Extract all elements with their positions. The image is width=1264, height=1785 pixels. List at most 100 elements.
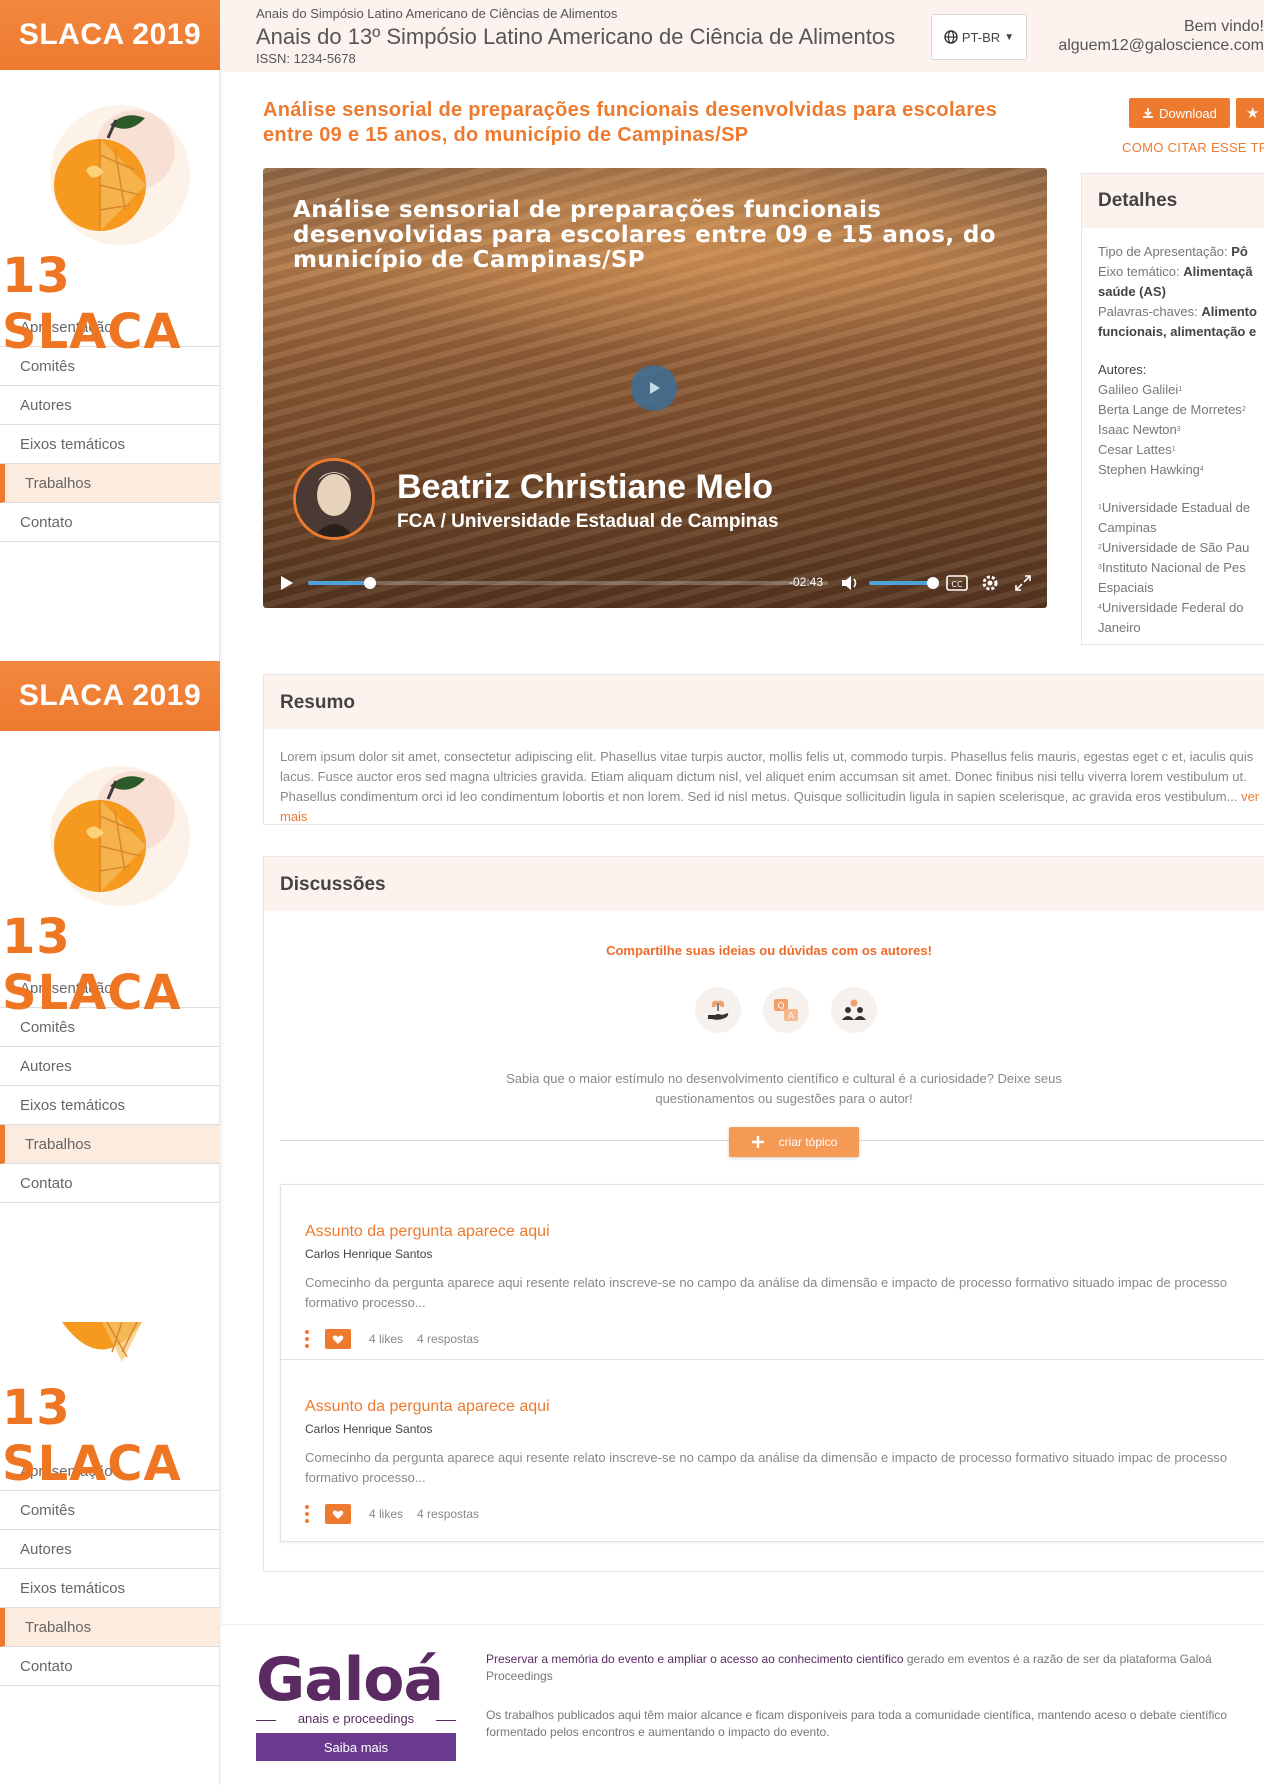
sidebar-item-contato[interactable]: Contato	[0, 503, 220, 542]
thematic-axis-value: Alimentaçã	[1183, 264, 1253, 279]
author-item[interactable]: Galileo Galilei1	[1098, 380, 1264, 400]
learn-more-button[interactable]: Saiba mais	[256, 1733, 456, 1761]
institution-item: 3Instituto Nacional de Pes	[1098, 560, 1246, 575]
sidebar-block-2: SLACA 2019 13 SLACA Apresentação Comitês…	[0, 661, 220, 1203]
volume-handle[interactable]	[927, 577, 939, 589]
institution-item-cont: Janeiro	[1098, 620, 1141, 635]
svg-text:A: A	[788, 1012, 795, 1022]
more-options-icon[interactable]	[305, 1505, 309, 1523]
volume-slider[interactable]	[869, 577, 939, 589]
event-brand[interactable]: SLACA 2019	[0, 0, 220, 70]
orange-logo-icon	[50, 105, 190, 245]
more-options-icon[interactable]	[305, 1330, 309, 1348]
people-group-icon	[831, 987, 877, 1033]
presentation-type-value: Pô	[1231, 244, 1248, 259]
orange-logo-icon	[62, 1322, 142, 1362]
thematic-axis-value-cont: saúde (AS)	[1098, 284, 1166, 299]
sidebar-item-autores[interactable]: Autores	[0, 1530, 220, 1569]
heart-icon	[332, 1509, 344, 1519]
sidebar-item-autores[interactable]: Autores	[0, 1047, 220, 1086]
create-topic-label: criar tópico	[778, 1135, 838, 1149]
create-topic-button[interactable]: criar tópico	[729, 1127, 859, 1157]
logo-wordmark: 13 SLACA	[2, 1380, 182, 1492]
speaker-avatar	[293, 458, 375, 540]
language-label: PT-BR	[961, 29, 1001, 45]
author-item[interactable]: Stephen Hawking4	[1098, 460, 1264, 480]
replies-count[interactable]: 4 respostas	[417, 1332, 479, 1346]
sidebar-item-trabalhos[interactable]: Trabalhos	[0, 1125, 220, 1164]
abstract-panel: Resumo Lorem ipsum dolor sit amet, conse…	[263, 674, 1264, 825]
fullscreen-icon[interactable]	[1013, 573, 1033, 593]
volume-icon[interactable]	[840, 574, 860, 592]
event-brand[interactable]: SLACA 2019	[0, 661, 220, 731]
video-progress-bar[interactable]	[308, 577, 828, 589]
sidebar-item-eixos[interactable]: Eixos temáticos	[0, 1569, 220, 1608]
proceedings-title[interactable]: Anais do 13º Simpósio Latino Americano d…	[256, 24, 895, 50]
sidebar-item-contato[interactable]: Contato	[0, 1164, 220, 1203]
sidebar-item-comites[interactable]: Comitês	[0, 1491, 220, 1530]
video-player[interactable]: Análise sensorial de preparações funcion…	[263, 168, 1047, 608]
galoa-logo[interactable]: Galoá	[256, 1645, 444, 1715]
discussions-callout: Compartilhe suas ideias ou dúvidas com o…	[606, 943, 932, 958]
video-controls: -02:43 CC	[263, 558, 1047, 608]
video-play-button[interactable]	[631, 365, 677, 411]
author-item[interactable]: Cesar Lattes1	[1098, 440, 1264, 460]
details-body: Tipo de Apresentação: Pô Eixo temático: …	[1082, 228, 1264, 638]
captions-icon[interactable]: CC	[946, 574, 968, 592]
question-author: Carlos Henrique Santos	[305, 1422, 433, 1436]
download-button[interactable]: Download	[1129, 98, 1230, 128]
sidebar-block-3: 13 SLACA Apresentação Comitês Autores Ei…	[0, 1300, 220, 1686]
sidebar-item-trabalhos[interactable]: Trabalhos	[0, 464, 220, 503]
download-label: Download	[1159, 105, 1217, 121]
thematic-axis-label: Eixo temático:	[1098, 264, 1180, 279]
plus-icon	[751, 1136, 764, 1148]
progress-fill	[308, 581, 371, 585]
discussions-panel: Discussões Compartilhe suas ideias ou dú…	[263, 856, 1264, 1572]
cite-link[interactable]: COMO CITAR ESSE TRA	[1122, 140, 1264, 155]
sidebar-item-contato[interactable]: Contato	[0, 1647, 220, 1686]
authors-label: Autores:	[1098, 362, 1147, 377]
sidebar-item-eixos[interactable]: Eixos temáticos	[0, 425, 220, 464]
likes-count: 4 likes	[369, 1507, 404, 1521]
play-icon	[650, 382, 660, 394]
author-item[interactable]: Isaac Newton3	[1098, 420, 1264, 440]
like-button[interactable]	[325, 1504, 351, 1524]
progress-handle[interactable]	[364, 577, 377, 589]
institution-item: 1Universidade Estadual de	[1098, 500, 1251, 515]
issn: ISSN: 1234-5678	[256, 51, 356, 66]
institution-item-cont: Campinas	[1098, 520, 1157, 535]
institution-item: 4Universidade Federal do	[1098, 600, 1244, 615]
question-title[interactable]: Assunto da pergunta aparece aqui	[305, 1223, 550, 1241]
download-icon	[1143, 108, 1154, 118]
question-card[interactable]: Assunto da pergunta aparece aqui Carlos …	[280, 1359, 1264, 1542]
replies-count[interactable]: 4 respostas	[417, 1507, 479, 1521]
video-title: Análise sensorial de preparações funcion…	[293, 197, 996, 273]
star-icon: ★	[1246, 105, 1260, 122]
galoa-tagline: anais e proceedings	[256, 1711, 456, 1726]
sidebar-item-autores[interactable]: Autores	[0, 386, 220, 425]
question-meta: 4 likes 4 respostas	[305, 1329, 479, 1349]
question-text: Comecinho da pergunta aparece aqui resen…	[305, 1275, 1228, 1310]
footer-description: Os trabalhos publicados aqui têm maior a…	[486, 1708, 1228, 1739]
sidebar-item-eixos[interactable]: Eixos temáticos	[0, 1086, 220, 1125]
user-greeting[interactable]: Bem vindo! alguem12@galoscience.com	[1058, 17, 1264, 55]
language-selector[interactable]: PT-BR ▼	[931, 14, 1027, 60]
article-title: Análise sensorial de preparações funcion…	[263, 99, 998, 146]
event-logo: 13 SLACA	[0, 70, 220, 360]
discussions-heading: Discussões	[264, 857, 1264, 911]
speaker-affiliation: FCA / Universidade Estadual de Campinas	[397, 511, 779, 532]
play-icon[interactable]	[279, 574, 295, 592]
keywords-label: Palavras-chaves:	[1098, 304, 1198, 319]
qa-icon: Q A	[763, 987, 809, 1033]
institution-item-cont: Espaciais	[1098, 580, 1154, 595]
sidebar-item-trabalhos[interactable]: Trabalhos	[0, 1608, 220, 1647]
question-title[interactable]: Assunto da pergunta aparece aqui	[305, 1398, 550, 1416]
like-button[interactable]	[325, 1329, 351, 1349]
question-text: Comecinho da pergunta aparece aqui resen…	[305, 1450, 1228, 1485]
orange-logo-icon	[50, 766, 190, 906]
svg-text:CC: CC	[951, 580, 963, 589]
settings-gear-icon[interactable]	[980, 573, 1000, 593]
author-item[interactable]: Berta Lange de Morretes2	[1098, 400, 1264, 420]
favorite-button[interactable]: ★	[1236, 98, 1264, 128]
question-card[interactable]: Assunto da pergunta aparece aqui Carlos …	[280, 1184, 1264, 1367]
